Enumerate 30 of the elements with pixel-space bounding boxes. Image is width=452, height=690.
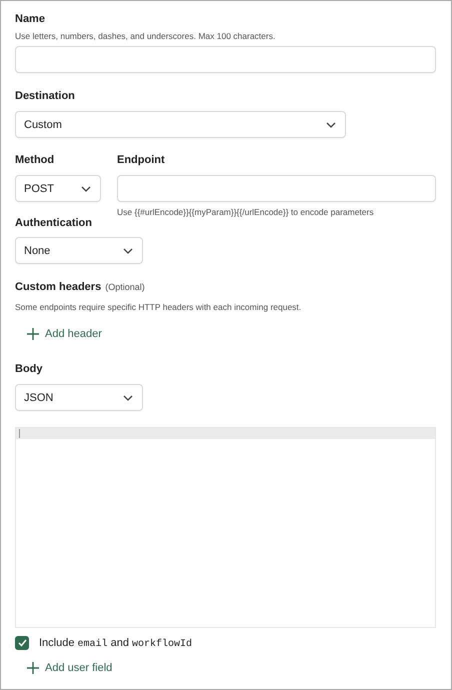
field-label: Endpoint [117,154,166,166]
name-input[interactable] [15,46,436,73]
field-label: Body [15,363,44,375]
dropdown[interactable]: Custom [15,111,346,138]
dropdown[interactable]: POST [15,175,101,202]
add-user-field-button[interactable]: Add user field [27,662,112,674]
chevron-down-icon [81,186,91,192]
checkbox[interactable] [15,636,29,650]
field-label: Method [15,154,56,166]
code-editor[interactable] [15,427,436,628]
chevron-down-icon [123,394,133,400]
chevron-down-icon [123,248,133,254]
description-text: Some endpoints require specific HTTP headers with each incoming request. [15,302,302,312]
field-label: Custom headers [15,281,102,293]
text-cursor [19,429,20,438]
check-icon [18,639,26,647]
chevron-down-icon [326,122,336,128]
field-label: Name [15,13,46,25]
dropdown[interactable]: None [15,237,143,264]
dropdown[interactable]: JSON [15,384,143,411]
hint-text: Use {{#urlEncode}}{{myParam}}{{/urlEncode}} to encode parameters [117,207,375,217]
field-label: Destination [15,90,76,102]
checkbox-label: Include email and workflowId [39,636,192,650]
plus-icon [27,662,39,674]
add-header-button[interactable]: Add header [27,328,102,340]
plus-icon [27,328,39,340]
field-label: Authentication [15,217,93,229]
endpoint-input[interactable] [117,175,436,202]
optional-label: (Optional) [105,282,145,292]
hint-text: Use letters, numbers, dashes, and underscores. Max 100 characters. [15,31,276,41]
